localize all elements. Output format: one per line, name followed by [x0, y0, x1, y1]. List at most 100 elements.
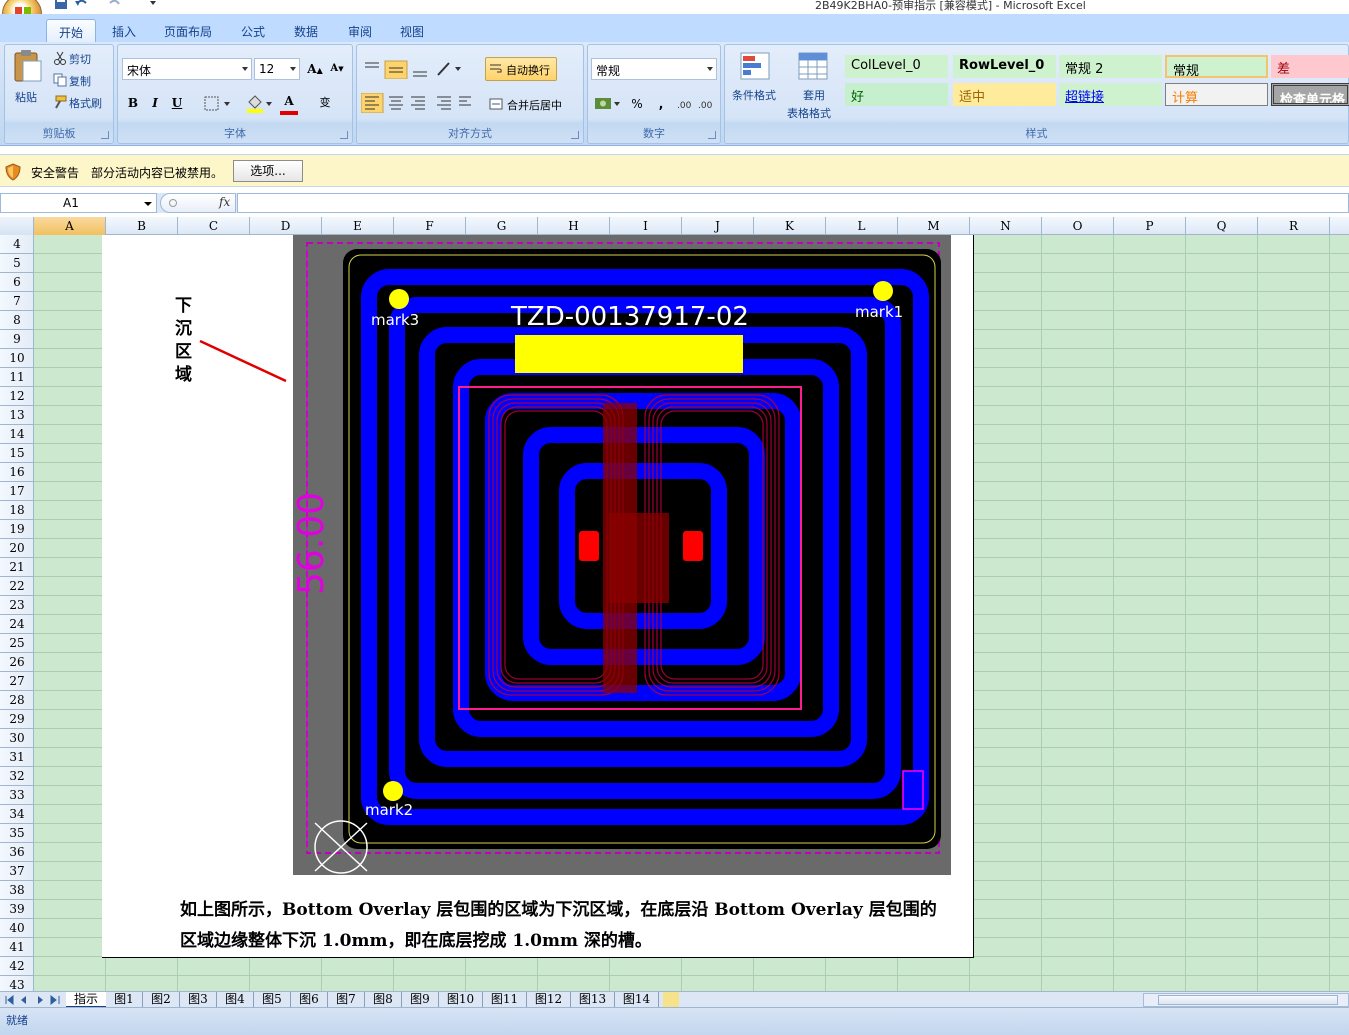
row-header[interactable]: 31: [0, 748, 33, 767]
sheet-tab[interactable]: 图14: [615, 992, 659, 1008]
select-all-corner[interactable]: [0, 217, 34, 235]
sheet-tab[interactable]: 图2: [143, 992, 180, 1008]
column-header[interactable]: L: [826, 217, 898, 235]
column-header[interactable]: O: [1042, 217, 1114, 235]
column-header[interactable]: N: [970, 217, 1042, 235]
conditional-format-button[interactable]: 条件格式: [732, 87, 776, 103]
column-header[interactable]: D: [250, 217, 322, 235]
table-format-button-1[interactable]: 套用: [803, 87, 825, 103]
cell-style-item[interactable]: 检查单元格: [1271, 83, 1349, 106]
number-launcher-icon[interactable]: [708, 131, 716, 139]
number-format-combo[interactable]: 常规: [591, 58, 717, 80]
row-header[interactable]: 39: [0, 900, 33, 919]
tab-page-layout[interactable]: 页面布局: [152, 19, 224, 42]
column-header[interactable]: J: [682, 217, 754, 235]
tab-formulas[interactable]: 公式: [229, 19, 277, 42]
column-header[interactable]: B: [106, 217, 178, 235]
row-header[interactable]: 29: [0, 710, 33, 729]
sheet-tab[interactable]: 图1: [106, 992, 143, 1008]
security-options-button[interactable]: 选项...: [233, 160, 303, 182]
sheet-tab[interactable]: 图10: [439, 992, 483, 1008]
row-header[interactable]: 7: [0, 292, 33, 311]
cell-style-item[interactable]: 计算: [1165, 83, 1268, 106]
fill-color-icon[interactable]: [246, 94, 274, 114]
row-header[interactable]: 16: [0, 463, 33, 482]
row-header[interactable]: 35: [0, 824, 33, 843]
cell-style-item[interactable]: 适中: [953, 83, 1056, 106]
row-header[interactable]: 8: [0, 311, 33, 330]
row-header[interactable]: 38: [0, 881, 33, 900]
column-header[interactable]: Q: [1186, 217, 1258, 235]
sheet-tab[interactable]: 指示: [66, 992, 106, 1008]
row-header[interactable]: 15: [0, 444, 33, 463]
row-header[interactable]: 18: [0, 501, 33, 520]
merge-center-button[interactable]: 合并后居中: [507, 97, 562, 113]
bold-button[interactable]: B: [122, 92, 144, 114]
sheet-tab[interactable]: 图6: [291, 992, 328, 1008]
scroll-thumb[interactable]: [1158, 995, 1338, 1005]
column-header[interactable]: I: [610, 217, 682, 235]
percent-button[interactable]: %: [626, 93, 648, 115]
format-painter-button[interactable]: 格式刷: [69, 95, 102, 111]
row-header[interactable]: 19: [0, 520, 33, 539]
orientation-icon[interactable]: [435, 59, 465, 79]
row-header[interactable]: 25: [0, 634, 33, 653]
row-header[interactable]: 23: [0, 596, 33, 615]
row-header[interactable]: 32: [0, 767, 33, 786]
phonetic-button[interactable]: 变: [314, 92, 336, 114]
chevron-down-icon[interactable]: [144, 202, 152, 206]
table-format-button-2[interactable]: 表格格式: [787, 105, 831, 121]
row-header[interactable]: 37: [0, 862, 33, 881]
row-header[interactable]: 28: [0, 691, 33, 710]
row-header[interactable]: 6: [0, 273, 33, 292]
cell-style-item[interactable]: 好: [845, 83, 948, 106]
save-icon[interactable]: [54, 0, 68, 10]
wrap-text-button[interactable]: 自动换行: [485, 57, 557, 81]
cell-style-item[interactable]: 超链接: [1059, 83, 1162, 106]
column-header[interactable]: M: [898, 217, 970, 235]
tab-home[interactable]: 开始: [46, 19, 96, 42]
alignment-launcher-icon[interactable]: [571, 131, 579, 139]
column-header[interactable]: H: [538, 217, 610, 235]
worksheet-grid[interactable]: 下 沉 区 域 TZD-00137917-02 mark3 mark1 mark…: [34, 235, 1349, 991]
font-size-combo[interactable]: 12: [254, 58, 300, 80]
customize-qat-icon[interactable]: [146, 0, 160, 10]
undo-icon[interactable]: [74, 0, 88, 10]
column-header[interactable]: R: [1258, 217, 1330, 235]
row-header[interactable]: 9: [0, 330, 33, 349]
insert-sheet-icon[interactable]: [663, 992, 679, 1008]
row-header[interactable]: 43: [0, 976, 33, 991]
sheet-tab[interactable]: 图7: [328, 992, 365, 1008]
vertical-align-icons[interactable]: [361, 59, 431, 79]
row-header[interactable]: 40: [0, 919, 33, 938]
shrink-font-icon[interactable]: A▼: [326, 58, 348, 80]
sheet-tab[interactable]: 图9: [402, 992, 439, 1008]
row-header[interactable]: 24: [0, 615, 33, 634]
row-header[interactable]: 41: [0, 938, 33, 957]
comma-button[interactable]: ,: [650, 93, 672, 115]
clipboard-launcher-icon[interactable]: [101, 131, 109, 139]
paste-icon[interactable]: [13, 49, 43, 83]
row-header[interactable]: 20: [0, 539, 33, 558]
row-header[interactable]: 26: [0, 653, 33, 672]
horizontal-align-icons[interactable]: [361, 93, 471, 113]
font-color-button[interactable]: A: [278, 90, 300, 112]
row-header[interactable]: 27: [0, 672, 33, 691]
tab-view[interactable]: 视图: [388, 19, 436, 42]
tab-review[interactable]: 审阅: [336, 19, 384, 42]
row-header[interactable]: 36: [0, 843, 33, 862]
cell-style-item[interactable]: 常规 2: [1059, 55, 1162, 78]
column-header[interactable]: F: [394, 217, 466, 235]
row-header[interactable]: 33: [0, 786, 33, 805]
sheet-tab[interactable]: 图5: [254, 992, 291, 1008]
column-header[interactable]: E: [322, 217, 394, 235]
row-header[interactable]: 17: [0, 482, 33, 501]
row-header[interactable]: 30: [0, 729, 33, 748]
currency-icon[interactable]: [594, 95, 622, 113]
cell-style-item[interactable]: RowLevel_0: [953, 55, 1056, 78]
borders-icon[interactable]: [204, 96, 232, 112]
column-header[interactable]: K: [754, 217, 826, 235]
cut-button[interactable]: 剪切: [69, 51, 91, 67]
row-header[interactable]: 12: [0, 387, 33, 406]
row-header[interactable]: 10: [0, 349, 33, 368]
